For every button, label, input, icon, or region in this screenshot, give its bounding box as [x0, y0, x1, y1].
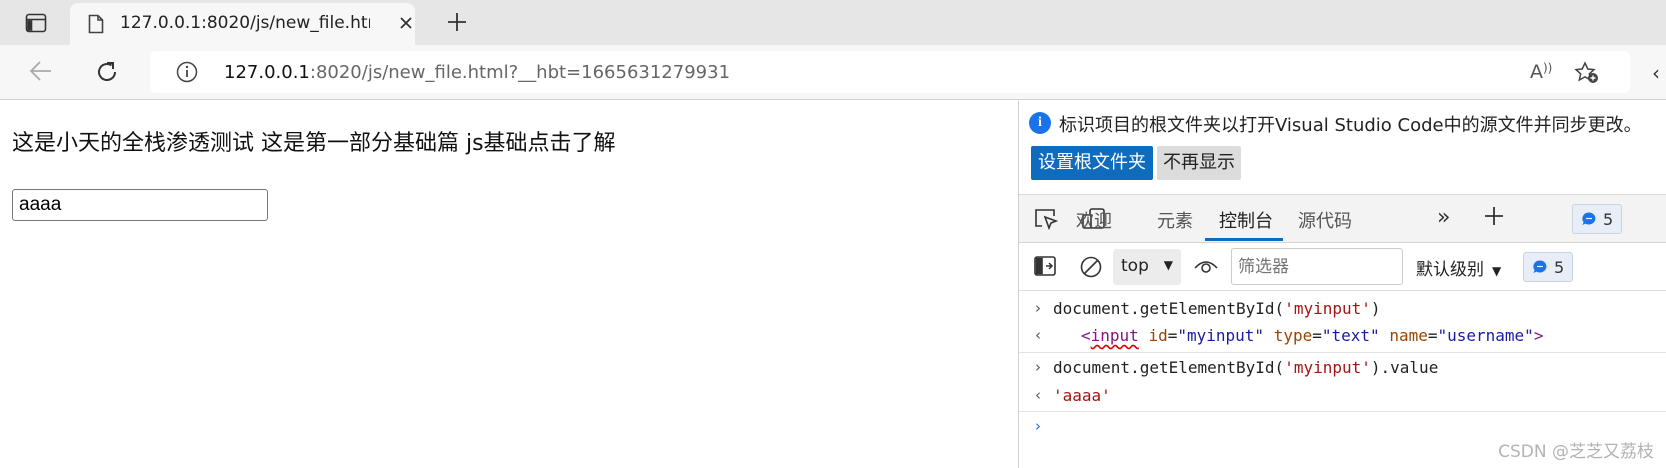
message-icon	[1533, 260, 1547, 273]
attr-name: name	[1389, 326, 1428, 345]
page-viewport: 这是小天的全栈渗透测试 这是第一部分基础篇 js基础点击了解	[0, 101, 1018, 468]
tab-actions-icon[interactable]	[18, 10, 54, 36]
tab-elements[interactable]: 元素	[1157, 207, 1193, 233]
console-filter-input[interactable]	[1231, 248, 1403, 285]
add-favorite-icon[interactable]	[1574, 61, 1600, 89]
console-string-result: 'aaaa'	[1053, 386, 1111, 405]
input-chevron-icon: ›	[1035, 299, 1041, 317]
console-command: document.getElementById('myinput')	[1053, 299, 1381, 318]
row-divider	[1019, 411, 1666, 412]
cmd-end: )	[1370, 299, 1381, 318]
attr-value: "text"	[1321, 326, 1380, 345]
caret-down-icon: ▼	[1163, 258, 1173, 272]
tab-title: 127.0.0.1:8020/js/new_file.html?_	[120, 13, 370, 33]
clear-console-icon[interactable]	[1079, 255, 1103, 283]
devtools-tabbar: 欢迎 元素 控制台 源代码 » 5	[1019, 195, 1666, 243]
row-divider	[1019, 352, 1666, 353]
username-input[interactable]	[12, 189, 268, 221]
infobar-message: 标识项目的根文件夹以打开Visual Studio Code中的源文件并同步更改…	[1059, 115, 1642, 136]
input-chevron-icon: ›	[1035, 358, 1041, 376]
cmd-text: document.getElementById(	[1053, 358, 1285, 377]
console-element-result[interactable]: <input id="myinput" type="text" name="us…	[1081, 326, 1543, 345]
output-chevron-icon: ‹	[1035, 386, 1041, 404]
cmd-text: document.getElementById(	[1053, 299, 1285, 318]
reload-icon[interactable]	[94, 59, 120, 89]
caret-down-icon: ▼	[1492, 264, 1502, 278]
cmd-end: ).value	[1370, 358, 1439, 377]
url-text[interactable]: 127.0.0.1:8020/js/new_file.html?__hbt=16…	[224, 62, 730, 83]
more-tabs-icon[interactable]: »	[1437, 205, 1450, 230]
tab-sources[interactable]: 源代码	[1298, 207, 1352, 233]
add-tab-icon[interactable]	[1483, 205, 1505, 231]
tag-close: >	[1533, 326, 1544, 345]
console-messages-badge[interactable]: 5	[1523, 252, 1574, 282]
console-result-row[interactable]: ‹ <input id="myinput" type="text" name="…	[1019, 323, 1666, 351]
context-value: top	[1121, 256, 1149, 276]
url-host: 127.0.0.1	[224, 62, 310, 83]
set-root-folder-button[interactable]: 设置根文件夹	[1031, 146, 1153, 180]
inspect-element-icon[interactable]	[1033, 207, 1059, 235]
message-icon	[1582, 212, 1596, 225]
issues-count: 5	[1603, 209, 1614, 229]
devtools-panel: i 标识项目的根文件夹以打开Visual Studio Code中的源文件并同步…	[1018, 101, 1666, 468]
tab-console[interactable]: 控制台	[1219, 207, 1273, 233]
address-bar[interactable]: 127.0.0.1:8020/js/new_file.html?__hbt=16…	[150, 51, 1630, 93]
log-level-value: 默认级别	[1416, 260, 1484, 280]
attr-value: "username"	[1437, 326, 1534, 345]
browser-tab[interactable]: 127.0.0.1:8020/js/new_file.html?_	[70, 3, 415, 45]
tag-open: <	[1081, 326, 1091, 345]
new-tab-icon[interactable]	[446, 11, 468, 37]
live-expression-eye-icon[interactable]	[1193, 255, 1219, 281]
messages-count: 5	[1554, 257, 1565, 277]
log-level-dropdown[interactable]: 默认级别 ▼	[1416, 255, 1501, 280]
cmd-arg: 'myinput'	[1284, 358, 1371, 377]
console-sidebar-icon[interactable]	[1033, 255, 1057, 281]
console-command-row: › document.getElementById('myinput').val…	[1019, 355, 1666, 383]
tab-strip: 127.0.0.1:8020/js/new_file.html?_	[0, 0, 1666, 45]
more-menu-icon[interactable]: ‹	[1652, 61, 1662, 81]
info-icon: i	[1029, 112, 1051, 134]
url-path: :8020/js/new_file.html?__hbt=16656312799…	[309, 62, 731, 83]
address-toolbar: 127.0.0.1:8020/js/new_file.html?__hbt=16…	[0, 45, 1666, 100]
dont-show-again-button[interactable]: 不再显示	[1157, 146, 1241, 180]
console-toolbar: top ▼ 默认级别 ▼ 5	[1019, 243, 1666, 291]
watermark: CSDN @芝芝又荔枝	[1498, 442, 1654, 462]
console-command-row: › document.getElementById('myinput')	[1019, 296, 1666, 324]
back-icon[interactable]	[28, 59, 54, 87]
info-icon[interactable]	[176, 61, 198, 87]
active-tab-indicator	[1205, 238, 1283, 241]
context-selector[interactable]: top ▼	[1113, 249, 1181, 285]
attr-value: "myinput"	[1177, 326, 1265, 345]
prompt-chevron-icon: ›	[1035, 417, 1041, 435]
console-command: document.getElementById('myinput').value	[1053, 358, 1438, 377]
cmd-arg: 'myinput'	[1284, 299, 1371, 318]
page-favicon	[88, 14, 104, 38]
tab-welcome[interactable]: 欢迎	[1076, 207, 1112, 233]
close-icon[interactable]	[398, 15, 414, 35]
tag-name: input	[1090, 326, 1139, 345]
output-chevron-icon: ‹	[1035, 326, 1041, 344]
attr-name: id	[1148, 326, 1168, 345]
issues-badge[interactable]: 5	[1572, 204, 1623, 234]
page-heading: 这是小天的全栈渗透测试 这是第一部分基础篇 js基础点击了解	[12, 131, 616, 156]
devtools-infobar: i 标识项目的根文件夹以打开Visual Studio Code中的源文件并同步…	[1019, 101, 1666, 195]
read-aloud-icon[interactable]: A))	[1530, 61, 1552, 83]
attr-name: type	[1273, 326, 1313, 345]
console-result-row: ‹ 'aaaa'	[1019, 383, 1666, 411]
